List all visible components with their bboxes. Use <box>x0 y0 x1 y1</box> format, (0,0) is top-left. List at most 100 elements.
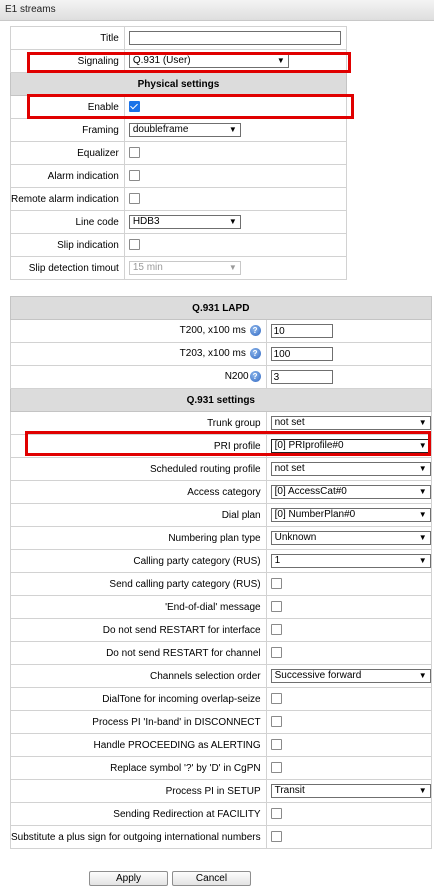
numbering-plan-type-label: Numbering plan type <box>10 526 267 550</box>
access-category-label: Access category <box>10 480 267 504</box>
send-calling-party-category-label: Send calling party category (RUS) <box>10 572 267 596</box>
line-code-row: Line code HDB3 ▼ <box>10 210 348 234</box>
replace-symbol-checkbox[interactable] <box>270 762 282 774</box>
window-title: E1 streams <box>5 4 56 15</box>
equalizer-label: Equalizer <box>10 141 125 165</box>
slip-detection-timeout-select: 15 min ▼ <box>128 261 241 275</box>
signaling-highlight-box <box>27 52 351 73</box>
calling-party-category-row: Calling party category (RUS) 1 ▼ <box>10 549 432 573</box>
t200-label: T200, x100 ms <box>179 325 246 337</box>
equalizer-checkbox[interactable] <box>128 147 140 159</box>
remote-alarm-indication-label: Remote alarm indication <box>10 187 125 211</box>
send-calling-party-category-row: Send calling party category (RUS) <box>10 572 432 596</box>
numbering-plan-type-select[interactable]: Unknown ▼ <box>270 531 431 545</box>
end-of-dial-checkbox[interactable] <box>270 601 282 613</box>
process-pi-setup-value: Transit <box>274 785 305 796</box>
no-restart-channel-checkbox[interactable] <box>270 647 282 659</box>
no-restart-interface-row: Do not send RESTART for interface <box>10 618 432 642</box>
scheduled-routing-profile-select[interactable]: not set ▼ <box>270 462 431 476</box>
help-icon[interactable]: ? <box>249 325 261 337</box>
pi-inband-disconnect-checkbox[interactable] <box>270 716 282 728</box>
pi-inband-disconnect-label: Process PI 'In-band' in DISCONNECT <box>10 710 267 734</box>
t203-input[interactable] <box>270 347 333 361</box>
access-category-select[interactable]: [0] AccessCat#0 ▼ <box>270 485 431 499</box>
title-label: Title <box>10 26 125 50</box>
dial-plan-label: Dial plan <box>10 503 267 527</box>
channels-selection-order-select[interactable]: Successive forward ▼ <box>270 669 431 683</box>
alarm-indication-checkbox[interactable] <box>128 170 140 182</box>
lapd-title: Q.931 LAPD <box>10 296 432 320</box>
alarm-indication-row: Alarm indication <box>10 164 348 188</box>
no-restart-channel-label: Do not send RESTART for channel <box>10 641 267 665</box>
enable-highlight-box <box>27 94 354 119</box>
n200-row: N200? <box>10 365 432 389</box>
chevron-down-icon: ▼ <box>228 217 237 226</box>
chevron-down-icon: ▼ <box>228 125 237 134</box>
physical-settings-title: Physical settings <box>10 72 347 96</box>
q931-settings-table: Q.931 LAPD T200, x100 ms ? T203, x100 ms… <box>10 296 432 849</box>
t203-row: T203, x100 ms ? <box>10 342 432 366</box>
channels-selection-order-label: Channels selection order <box>10 664 267 688</box>
n200-label: N200 <box>224 371 249 383</box>
physical-settings-header: Physical settings <box>10 72 347 96</box>
dialtone-overlap-checkbox[interactable] <box>270 693 282 705</box>
dial-plan-row: Dial plan [0] NumberPlan#0 ▼ <box>10 503 432 527</box>
apply-button[interactable]: Apply <box>89 871 168 886</box>
proceeding-as-alerting-label: Handle PROCEEDING as ALERTING <box>10 733 267 757</box>
t200-input[interactable] <box>270 324 333 338</box>
send-calling-party-category-checkbox[interactable] <box>270 578 282 590</box>
chevron-down-icon: ▼ <box>418 556 427 565</box>
process-pi-setup-select[interactable]: Transit ▼ <box>270 784 431 798</box>
trunk-group-select[interactable]: not set ▼ <box>270 416 431 430</box>
scheduled-routing-profile-value: not set <box>274 463 305 474</box>
lapd-header: Q.931 LAPD <box>10 296 432 320</box>
dial-plan-value: [0] NumberPlan#0 <box>274 509 356 520</box>
framing-value: doubleframe <box>132 124 189 135</box>
proceeding-as-alerting-checkbox[interactable] <box>270 739 282 751</box>
chevron-down-icon: ▼ <box>228 263 237 272</box>
chevron-down-icon: ▼ <box>418 510 427 519</box>
no-restart-interface-label: Do not send RESTART for interface <box>10 618 267 642</box>
chevron-down-icon: ▼ <box>418 786 427 795</box>
access-category-value: [0] AccessCat#0 <box>274 486 347 497</box>
numbering-plan-type-row: Numbering plan type Unknown ▼ <box>10 526 432 550</box>
slip-indication-row: Slip indication <box>10 233 348 257</box>
redirection-facility-row: Sending Redirection at FACILITY <box>10 802 432 826</box>
framing-select[interactable]: doubleframe ▼ <box>128 123 241 137</box>
redirection-facility-label: Sending Redirection at FACILITY <box>10 802 267 826</box>
slip-detection-timeout-row: Slip detection timout 15 min ▼ <box>10 256 348 280</box>
slip-indication-label: Slip indication <box>10 233 125 257</box>
plus-sign-substitute-checkbox[interactable] <box>270 831 282 843</box>
proceeding-as-alerting-row: Handle PROCEEDING as ALERTING <box>10 733 432 757</box>
trunk-group-value: not set <box>274 417 305 428</box>
no-restart-interface-checkbox[interactable] <box>270 624 282 636</box>
channels-selection-order-row: Channels selection order Successive forw… <box>10 664 432 688</box>
calling-party-category-select[interactable]: 1 ▼ <box>270 554 431 568</box>
dialtone-overlap-row: DialTone for incoming overlap-seize <box>10 687 432 711</box>
remote-alarm-indication-checkbox[interactable] <box>128 193 140 205</box>
chevron-down-icon: ▼ <box>418 418 427 427</box>
slip-detection-timeout-value: 15 min <box>132 262 163 273</box>
slip-indication-checkbox[interactable] <box>128 239 140 251</box>
line-code-select[interactable]: HDB3 ▼ <box>128 215 241 229</box>
n200-input[interactable] <box>270 370 333 384</box>
scheduled-routing-profile-row: Scheduled routing profile not set ▼ <box>10 457 432 481</box>
end-of-dial-label: 'End-of-dial' message <box>10 595 267 619</box>
equalizer-row: Equalizer <box>10 141 348 165</box>
no-restart-channel-row: Do not send RESTART for channel <box>10 641 432 665</box>
dial-plan-select[interactable]: [0] NumberPlan#0 ▼ <box>270 508 431 522</box>
remote-alarm-indication-row: Remote alarm indication <box>10 187 348 211</box>
help-icon[interactable]: ? <box>249 371 261 383</box>
numbering-plan-type-value: Unknown <box>274 532 317 543</box>
title-row: Title <box>10 26 348 50</box>
channels-selection-order-value: Successive forward <box>274 670 362 681</box>
chevron-down-icon: ▼ <box>418 533 427 542</box>
access-category-row: Access category [0] AccessCat#0 ▼ <box>10 480 432 504</box>
replace-symbol-row: Replace symbol '?' by 'D' in CgPN <box>10 756 432 780</box>
process-pi-setup-row: Process PI in SETUP Transit ▼ <box>10 779 432 803</box>
help-icon[interactable]: ? <box>249 348 261 360</box>
redirection-facility-checkbox[interactable] <box>270 808 282 820</box>
title-input[interactable] <box>128 31 341 45</box>
dialtone-overlap-label: DialTone for incoming overlap-seize <box>10 687 267 711</box>
cancel-button[interactable]: Cancel <box>172 871 251 886</box>
